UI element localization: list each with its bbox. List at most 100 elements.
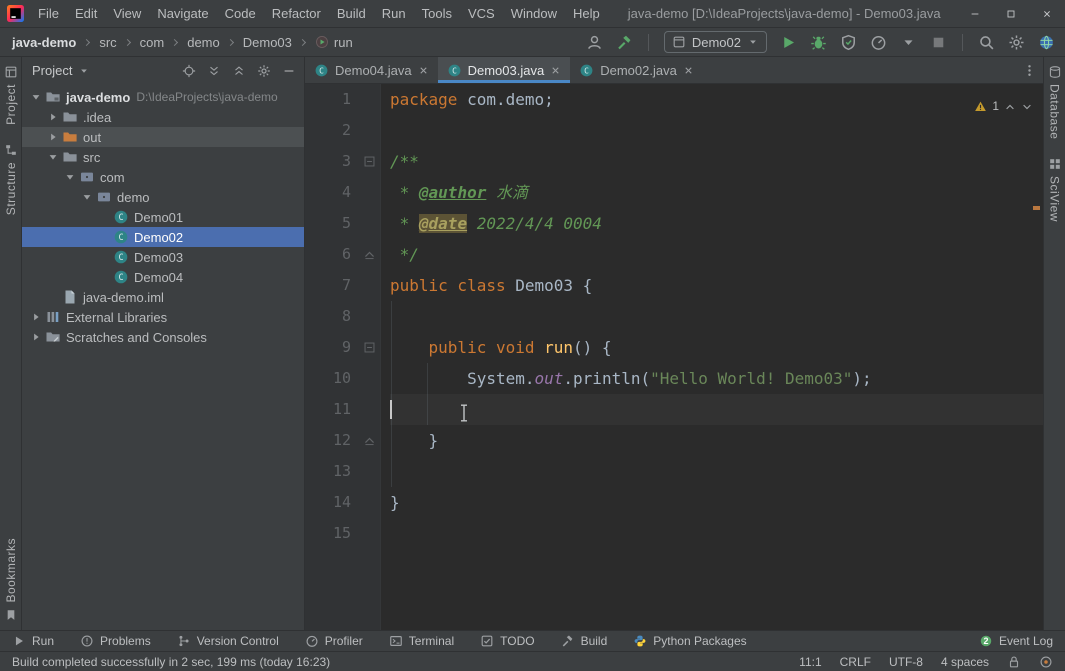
- chevron-down-icon[interactable]: [79, 191, 94, 203]
- code-line[interactable]: [390, 301, 1043, 332]
- code-line[interactable]: System.out.println("Hello World! Demo03"…: [390, 363, 1043, 394]
- tool-window-button-todo[interactable]: TODO: [480, 634, 534, 648]
- caret-down-icon[interactable]: [78, 65, 90, 77]
- code-line[interactable]: [390, 394, 1043, 425]
- code-line[interactable]: }: [390, 425, 1043, 456]
- chevron-down-icon[interactable]: [62, 171, 77, 183]
- menu-run[interactable]: Run: [374, 4, 414, 23]
- tree-node-demo02[interactable]: CDemo02: [22, 227, 304, 247]
- next-warning-icon[interactable]: [1021, 101, 1033, 113]
- tool-button-bookmarks[interactable]: Bookmarks: [4, 538, 18, 622]
- tree-node-com[interactable]: com: [22, 167, 304, 187]
- tab-demo03-java[interactable]: CDemo03.java: [438, 57, 571, 83]
- inspection-widget[interactable]: 1: [974, 91, 1033, 122]
- menu-edit[interactable]: Edit: [67, 4, 105, 23]
- caret-down-icon[interactable]: [900, 34, 917, 51]
- breadcrumb-item-java-demo[interactable]: java-demo: [10, 34, 78, 51]
- chevron-right-icon[interactable]: [45, 111, 60, 123]
- menu-navigate[interactable]: Navigate: [149, 4, 216, 23]
- menu-code[interactable]: Code: [217, 4, 264, 23]
- profiler-icon[interactable]: [870, 34, 887, 51]
- project-panel-title[interactable]: Project: [32, 63, 72, 78]
- tree-node-idea[interactable]: .idea: [22, 107, 304, 127]
- code-line[interactable]: [390, 518, 1043, 549]
- tree-node-java-demo[interactable]: java-demoD:\IdeaProjects\java-demo: [22, 87, 304, 107]
- hide-icon[interactable]: [282, 64, 296, 78]
- close-icon[interactable]: [550, 65, 561, 76]
- tool-window-button-event-log[interactable]: 2Event Log: [979, 634, 1053, 648]
- fold-open-icon[interactable]: [361, 154, 378, 169]
- tool-window-button-run[interactable]: Run: [12, 634, 54, 648]
- error-stripe-mark[interactable]: [1033, 206, 1040, 210]
- close-icon[interactable]: [683, 65, 694, 76]
- notifications-icon[interactable]: [1039, 655, 1053, 669]
- editor[interactable]: 123456789101112131415 package com.demo; /…: [305, 84, 1043, 630]
- code-line[interactable]: }: [390, 487, 1043, 518]
- locate-icon[interactable]: [182, 64, 196, 78]
- settings-icon[interactable]: [1008, 34, 1025, 51]
- status-message[interactable]: Build completed successfully in 2 sec, 1…: [12, 655, 330, 669]
- code-line[interactable]: * @date 2022/4/4 0004: [390, 208, 1043, 239]
- code-line[interactable]: [390, 115, 1043, 146]
- fold-end-icon[interactable]: [361, 247, 378, 262]
- code-line[interactable]: public void run() {: [390, 332, 1043, 363]
- tool-button-database[interactable]: Database: [1048, 65, 1062, 139]
- fold-open-icon[interactable]: [361, 340, 378, 355]
- fold-end-icon[interactable]: [361, 433, 378, 448]
- tree-node-demo[interactable]: demo: [22, 187, 304, 207]
- expand-all-icon[interactable]: [207, 64, 221, 78]
- coverage-icon[interactable]: [840, 34, 857, 51]
- breadcrumb-item-demo[interactable]: demo: [185, 34, 222, 51]
- tab-demo02-java[interactable]: CDemo02.java: [570, 57, 703, 83]
- tree-node-demo04[interactable]: CDemo04: [22, 267, 304, 287]
- tab-demo04-java[interactable]: CDemo04.java: [305, 57, 438, 83]
- breadcrumb-item-run[interactable]: run: [313, 34, 355, 51]
- code-line[interactable]: [390, 456, 1043, 487]
- menu-view[interactable]: View: [105, 4, 149, 23]
- gutter[interactable]: 123456789101112131415: [305, 84, 381, 630]
- tool-window-button-build[interactable]: Build: [561, 634, 608, 648]
- chevron-down-icon[interactable]: [45, 151, 60, 163]
- tool-window-button-terminal[interactable]: Terminal: [389, 634, 454, 648]
- collapse-all-icon[interactable]: [232, 64, 246, 78]
- menu-help[interactable]: Help: [565, 4, 608, 23]
- tool-button-sciview[interactable]: SciView: [1048, 157, 1062, 222]
- more-vertical-icon[interactable]: [1022, 63, 1037, 78]
- file-encoding[interactable]: UTF-8: [889, 655, 923, 669]
- run-config-select[interactable]: Demo02: [664, 31, 767, 53]
- tree-node-external-libraries[interactable]: External Libraries: [22, 307, 304, 327]
- chevron-down-icon[interactable]: [28, 91, 43, 103]
- code-area[interactable]: package com.demo;/** * @author 水滴 * @dat…: [381, 84, 1043, 630]
- indent-style[interactable]: 4 spaces: [941, 655, 989, 669]
- menu-vcs[interactable]: VCS: [460, 4, 503, 23]
- chevron-right-icon[interactable]: [28, 311, 43, 323]
- menu-file[interactable]: File: [30, 4, 67, 23]
- lock-icon[interactable]: [1007, 655, 1021, 669]
- close-icon[interactable]: [418, 65, 429, 76]
- tool-window-button-problems[interactable]: Problems: [80, 634, 151, 648]
- build-project-icon[interactable]: [616, 34, 633, 51]
- chevron-right-icon[interactable]: [45, 131, 60, 143]
- tree-node-src[interactable]: src: [22, 147, 304, 167]
- tool-window-button-python-packages[interactable]: Python Packages: [633, 634, 746, 648]
- search-icon[interactable]: [978, 34, 995, 51]
- user-icon[interactable]: [586, 34, 603, 51]
- breadcrumb-item-src[interactable]: src: [97, 34, 118, 51]
- tree-node-demo03[interactable]: CDemo03: [22, 247, 304, 267]
- settings-icon[interactable]: [257, 64, 271, 78]
- tree-node-out[interactable]: out: [22, 127, 304, 147]
- tree-node-java-demo-iml[interactable]: java-demo.iml: [22, 287, 304, 307]
- menu-window[interactable]: Window: [503, 4, 565, 23]
- code-line[interactable]: package com.demo;: [390, 84, 1043, 115]
- menu-refactor[interactable]: Refactor: [264, 4, 329, 23]
- stop-icon[interactable]: [930, 34, 947, 51]
- tool-window-button-profiler[interactable]: Profiler: [305, 634, 363, 648]
- code-line[interactable]: /**: [390, 146, 1043, 177]
- run-icon[interactable]: [780, 34, 797, 51]
- caret-position[interactable]: 11:1: [799, 655, 821, 669]
- menu-build[interactable]: Build: [329, 4, 374, 23]
- prev-warning-icon[interactable]: [1004, 101, 1016, 113]
- breadcrumb-item-com[interactable]: com: [138, 34, 167, 51]
- chevron-right-icon[interactable]: [28, 331, 43, 343]
- tool-window-button-version-control[interactable]: Version Control: [177, 634, 279, 648]
